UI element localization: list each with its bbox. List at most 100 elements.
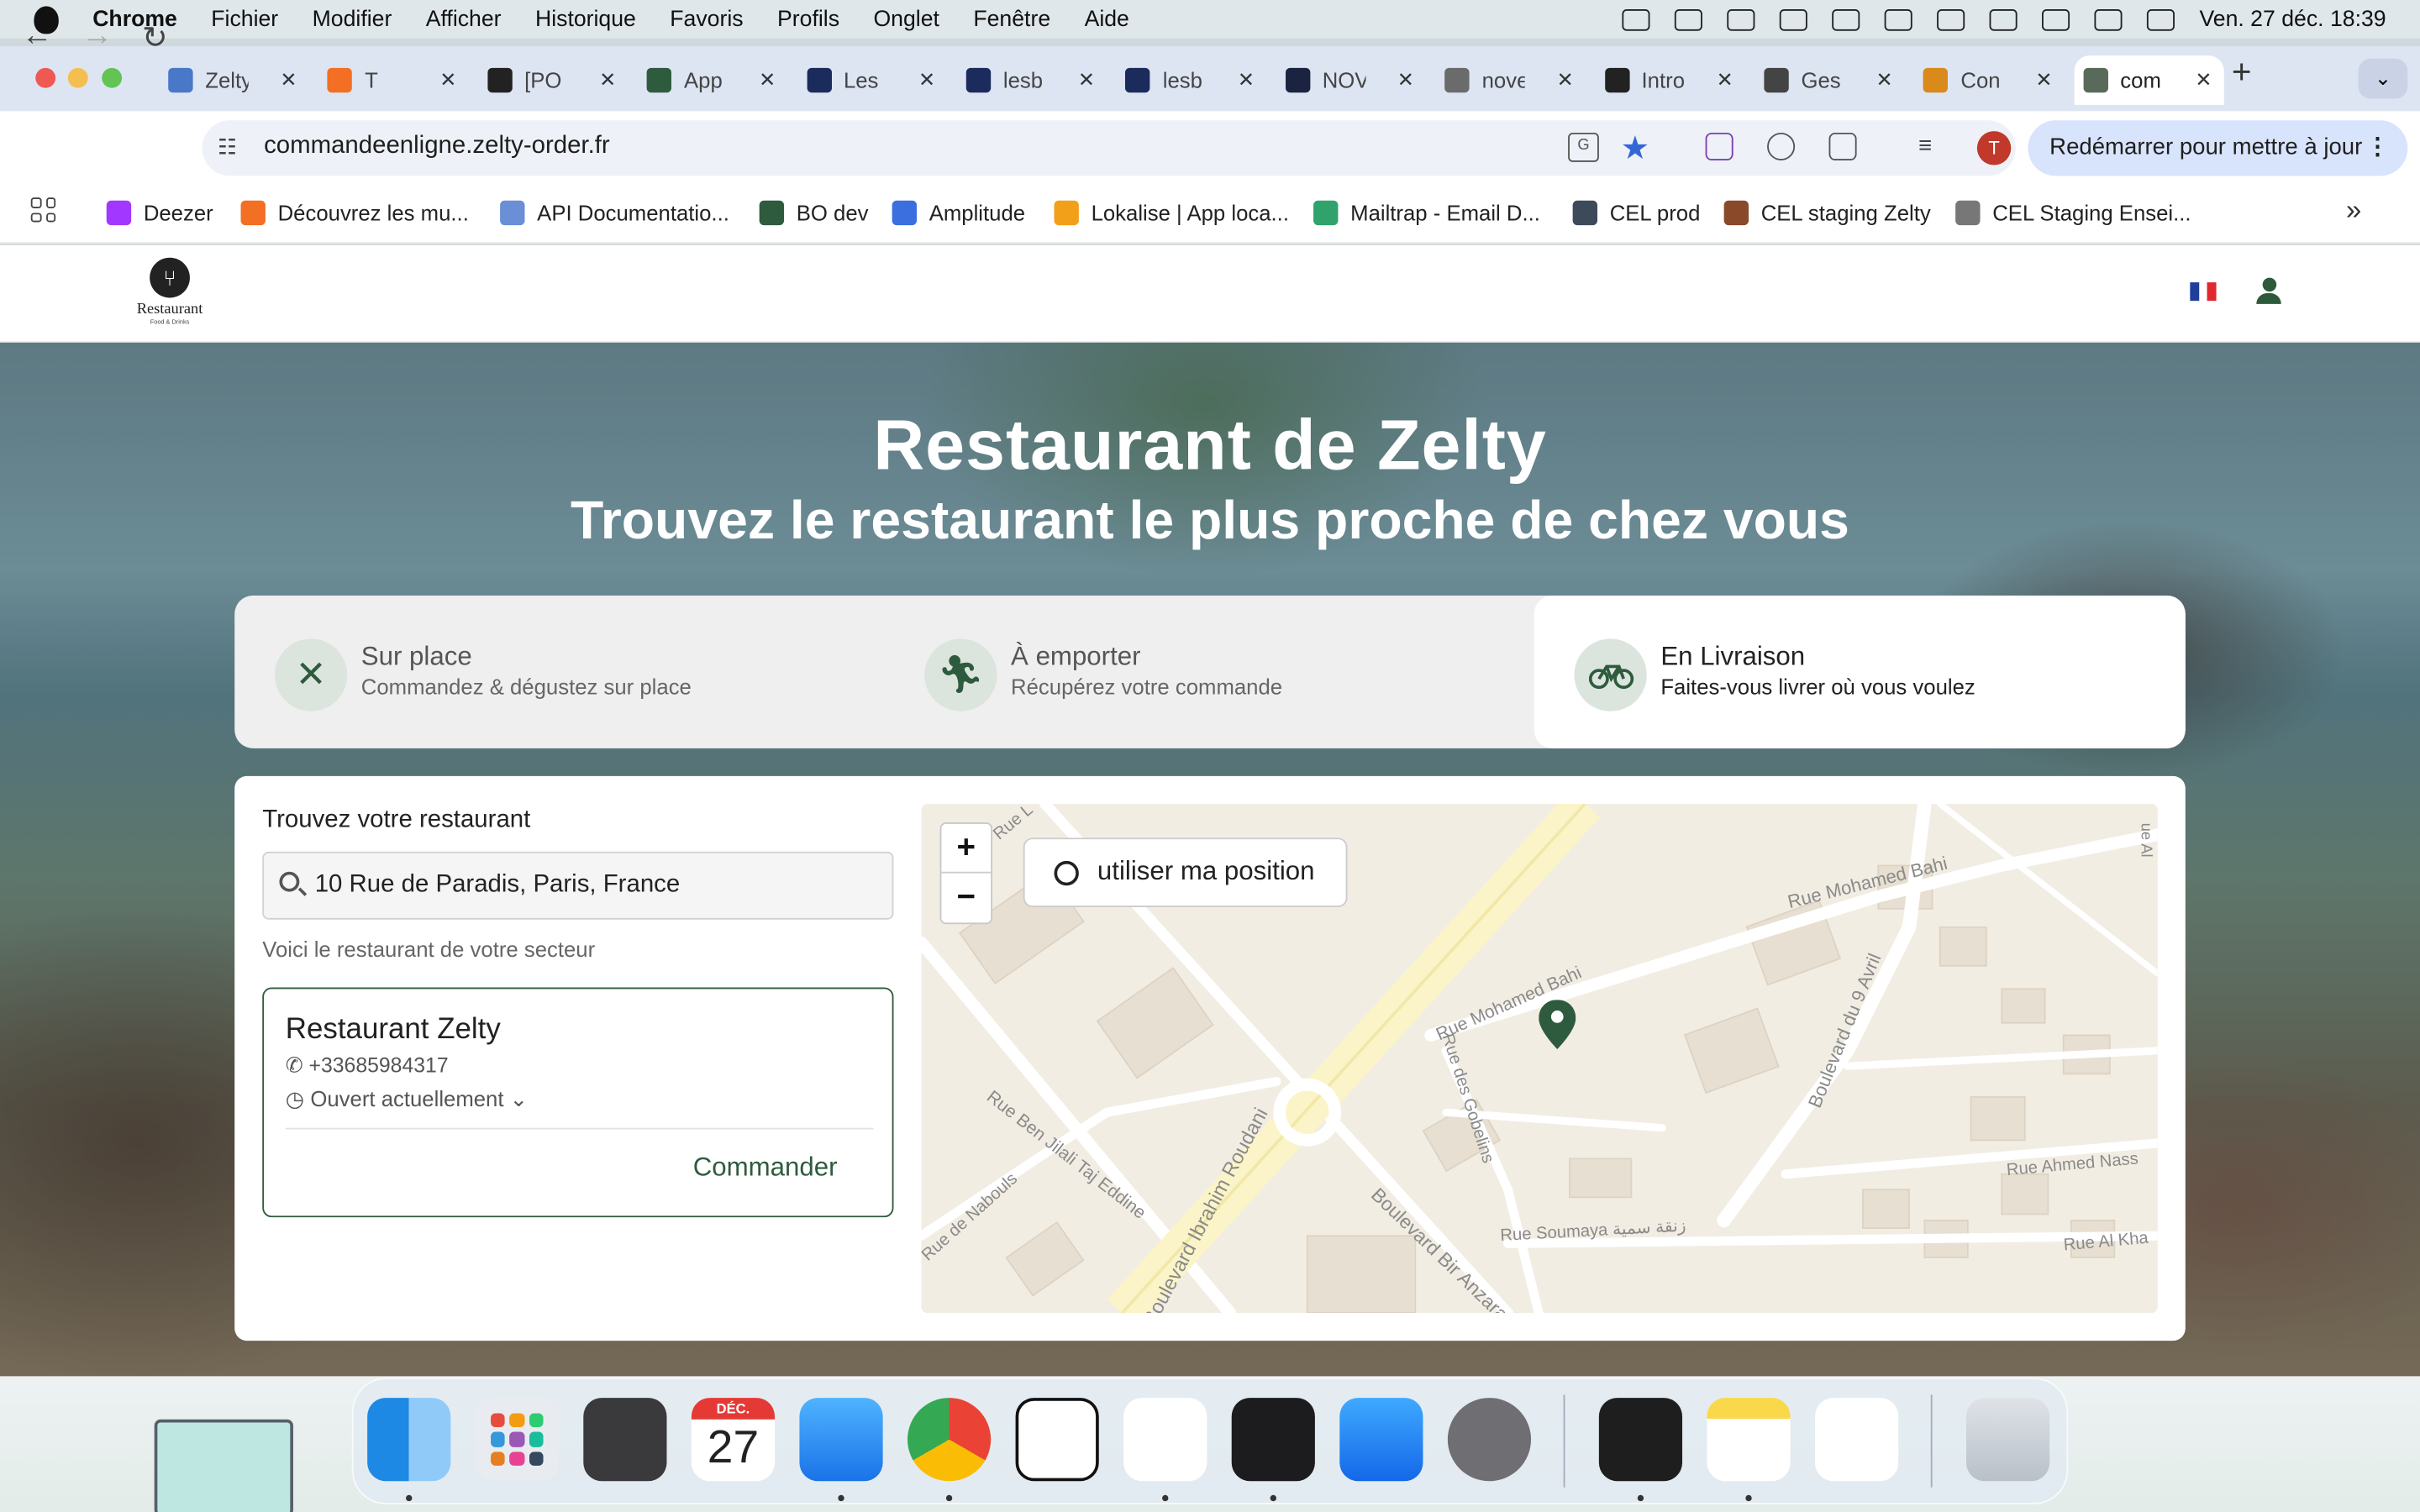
close-tab-icon[interactable]: ✕ [1238,68,1255,92]
mode-sur-place[interactable]: ✕ Sur place Commandez & dégustez sur pla… [234,596,884,748]
settings-icon[interactable] [1447,1398,1532,1482]
menu-onglet[interactable]: Onglet [873,7,939,31]
close-tab-icon[interactable]: ✕ [1717,68,1733,92]
extension-icon[interactable] [1705,132,1733,161]
podcast-extension-icon[interactable] [1767,132,1796,161]
browser-tab[interactable]: Ges ✕ [1754,55,1905,105]
address-search-field[interactable] [262,851,894,920]
launchpad-icon[interactable] [475,1398,559,1482]
screen-status-icon[interactable] [1884,8,1912,30]
extensions-puzzle-icon[interactable] [1828,132,1857,161]
close-tab-icon[interactable]: ✕ [759,68,776,92]
close-tab-icon[interactable]: ✕ [918,68,935,92]
bookmark-item[interactable]: API Documentatio... [500,197,729,228]
menu-afficher[interactable]: Afficher [426,7,502,31]
bookmark-item[interactable]: CEL prod [1572,197,1700,228]
airpods-status-icon[interactable] [1937,8,1965,30]
browser-tab[interactable]: lesb ✕ [957,55,1107,105]
opening-status[interactable]: ◷ Ouvert actuellement ⌄ [286,1086,528,1112]
browser-tab[interactable]: Zelty ✕ [159,55,309,105]
apps-grid-icon[interactable] [30,197,56,223]
bookmark-item[interactable]: Découvrez les mu... [240,197,469,228]
bookmark-item[interactable]: CEL Staging Ensei... [1955,197,2191,228]
calculator-icon[interactable] [583,1398,667,1482]
user-account-icon[interactable] [2256,277,2281,306]
menu-favoris[interactable]: Favoris [670,7,743,31]
reload-icon[interactable]: ↻ [142,18,168,57]
close-tab-icon[interactable]: ✕ [280,68,297,92]
close-tab-icon[interactable]: ✕ [2035,68,2052,92]
zoom-in-button[interactable]: + [941,824,992,874]
menu-clock[interactable]: Ven. 27 déc. 18:39 [2199,7,2386,31]
browser-tab[interactable]: lesb ✕ [1117,55,1267,105]
podcast-status-icon[interactable] [1727,8,1755,30]
forward-icon[interactable]: → [82,18,113,54]
figma-status-icon[interactable] [1674,8,1703,30]
bookmark-item[interactable]: Deezer [106,197,213,228]
notion-icon[interactable] [1015,1398,1099,1482]
order-button[interactable]: Commander [693,1152,838,1184]
window-close-button[interactable] [35,67,56,88]
close-tab-icon[interactable]: ✕ [1078,68,1095,92]
translate-icon[interactable]: G [1568,132,1599,162]
menu-modifier[interactable]: Modifier [313,7,392,31]
calendar-icon[interactable]: DÉC. 27 [691,1398,776,1482]
bookmark-item[interactable]: CEL staging Zelty [1723,197,1931,228]
close-tab-icon[interactable]: ✕ [1397,68,1414,92]
new-tab-icon[interactable]: + [2232,52,2252,92]
media-control-icon[interactable]: ≡ [1918,133,1946,160]
zelty-icon[interactable] [1815,1398,1899,1482]
browser-tab[interactable]: Les ✕ [797,55,948,105]
notes-icon[interactable] [1707,1398,1791,1482]
bookmark-star-icon[interactable]: ★ [1621,129,1650,168]
update-button[interactable]: Redémarrer pour mettre à jour ⋮ [2028,120,2408,176]
more-bookmarks-icon[interactable]: » [2346,194,2361,227]
wifi-icon[interactable] [2042,8,2070,30]
use-my-location-button[interactable]: utiliser ma position [1023,837,1348,907]
menu-aide[interactable]: Aide [1085,7,1129,31]
window-minimize-button[interactable] [67,67,88,88]
mode-a-emporter[interactable]: 🏃︎ À emporter Récupérez votre commande [884,596,1534,748]
menu-profils[interactable]: Profils [777,7,839,31]
window-zoom-button[interactable] [102,67,123,88]
browser-tab[interactable]: com ✕ [2074,55,2225,105]
restaurant-logo[interactable]: ⑂ Restaurant Food & Drinks [131,257,208,328]
profile-avatar[interactable]: T [1976,131,2012,165]
zoom-out-button[interactable]: − [941,874,991,923]
mode-en-livraison[interactable]: En Livraison Faites-vous livrer où vous … [1534,595,2186,748]
bookmark-item[interactable]: Lokalise | App loca... [1054,197,1289,228]
close-tab-icon[interactable]: ✕ [439,68,456,92]
terminal-icon[interactable] [1231,1398,1315,1482]
control-center-icon[interactable] [2147,8,2175,30]
restaurant-phone[interactable]: ✆ +33685984317 [286,1053,449,1078]
restaurant-map-pin-icon[interactable] [1539,1000,1576,1049]
browser-tab[interactable]: App ✕ [638,55,788,105]
bookmark-item[interactable]: Mailtrap - Email D... [1313,197,1540,228]
spotlight-search-icon[interactable] [2094,8,2123,30]
restaurant-card[interactable]: Restaurant Zelty ✆ +33685984317 ◷ Ouvert… [262,987,894,1218]
site-settings-icon[interactable]: ☷ [218,134,237,160]
browser-tab[interactable]: NOV ✕ [1276,55,1427,105]
browser-tab[interactable]: [PO ✕ [478,55,629,105]
map[interactable]: Rue Mohamed Bahi Rue Mohamed Bahi Boulev… [921,803,2158,1314]
browser-tab[interactable]: T ✕ [318,55,469,105]
slack-icon[interactable] [1123,1398,1207,1482]
menu-fichier[interactable]: Fichier [211,7,278,31]
play-status-icon[interactable] [1832,8,1860,30]
menu-fenetre[interactable]: Fenêtre [973,7,1050,31]
back-icon[interactable]: ← [22,18,53,54]
trash-icon[interactable] [1966,1398,2050,1482]
address-url[interactable]: commandeenligne.zelty-order.fr [264,133,610,160]
menu-historique[interactable]: Historique [535,7,636,31]
notion-status-icon[interactable] [1622,8,1650,30]
browser-tab[interactable]: Con ✕ [1914,55,2065,105]
french-flag-icon[interactable] [2190,282,2217,302]
close-tab-icon[interactable]: ✕ [599,68,616,92]
app-store-icon[interactable] [1339,1398,1423,1482]
browser-tab[interactable]: nove ✕ [1436,55,1586,105]
close-tab-icon[interactable]: ✕ [1557,68,1574,92]
incognito-status-icon[interactable] [1779,8,1807,30]
address-search-input[interactable] [314,871,871,900]
bookmark-item[interactable]: BO dev [759,197,869,228]
mail-icon[interactable] [799,1398,883,1482]
